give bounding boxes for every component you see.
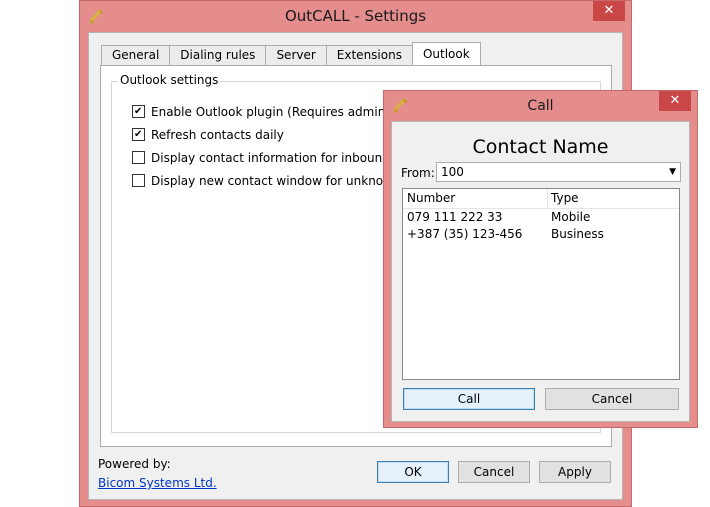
- tab-outlook[interactable]: Outlook: [411, 42, 481, 65]
- chevron-down-icon[interactable]: ▼: [669, 163, 676, 181]
- refresh-contacts-checkbox[interactable]: [132, 128, 145, 141]
- ok-button[interactable]: OK: [377, 461, 449, 483]
- call-cancel-button[interactable]: Cancel: [545, 388, 679, 410]
- display-contact-info-label: Display contact information for inbound …: [151, 151, 421, 165]
- call-title: Call: [527, 98, 554, 114]
- display-contact-info-checkbox[interactable]: [132, 151, 145, 164]
- list-header: Number Type: [403, 189, 679, 209]
- enable-outlook-plugin-checkbox[interactable]: [132, 105, 145, 118]
- numbers-list[interactable]: Number Type 079 111 222 33 Mobile +387 (…: [402, 188, 680, 380]
- new-contact-window-checkbox[interactable]: [132, 174, 145, 187]
- from-select[interactable]: 100 ▼: [436, 162, 681, 182]
- column-header-type[interactable]: Type: [547, 189, 579, 208]
- call-titlebar[interactable]: Call ✕: [384, 91, 697, 121]
- list-item[interactable]: +387 (35) 123-456 Business: [403, 226, 679, 243]
- refresh-contacts-option[interactable]: Refresh contacts daily: [132, 127, 284, 143]
- column-header-number[interactable]: Number: [403, 189, 455, 208]
- settings-titlebar[interactable]: OutCALL - Settings ✕: [80, 1, 631, 31]
- tab-extensions[interactable]: Extensions: [325, 45, 413, 65]
- powered-by-label: Powered by:: [98, 457, 171, 471]
- tab-dialing-rules[interactable]: Dialing rules: [169, 45, 267, 65]
- call-window: Call ✕ Contact Name From: 100 ▼ Number T…: [383, 90, 698, 428]
- display-contact-info-option[interactable]: Display contact information for inbound …: [132, 150, 421, 166]
- tab-strip: General Dialing rules Server Extensions …: [101, 42, 481, 65]
- from-label: From:: [401, 166, 435, 180]
- contact-name: Contact Name: [472, 136, 609, 158]
- cancel-button[interactable]: Cancel: [458, 461, 530, 483]
- number-cell: +387 (35) 123-456: [407, 227, 523, 241]
- type-cell: Business: [551, 227, 604, 241]
- settings-title: OutCALL - Settings: [284, 7, 427, 25]
- call-button[interactable]: Call: [403, 388, 535, 410]
- tab-general[interactable]: General: [101, 45, 171, 65]
- apply-button[interactable]: Apply: [539, 461, 611, 483]
- close-icon[interactable]: ✕: [659, 91, 691, 111]
- vendor-link[interactable]: Bicom Systems Ltd.: [98, 476, 217, 490]
- tab-server[interactable]: Server: [265, 45, 327, 65]
- from-select-value: 100: [441, 165, 464, 179]
- number-cell: 079 111 222 33: [407, 210, 503, 224]
- list-item[interactable]: 079 111 222 33 Mobile: [403, 209, 679, 226]
- group-label: Outlook settings: [118, 73, 221, 87]
- call-client-area: Contact Name From: 100 ▼ Number Type 079…: [391, 121, 690, 422]
- close-icon[interactable]: ✕: [593, 1, 625, 21]
- refresh-contacts-label: Refresh contacts daily: [151, 128, 284, 142]
- type-cell: Mobile: [551, 210, 591, 224]
